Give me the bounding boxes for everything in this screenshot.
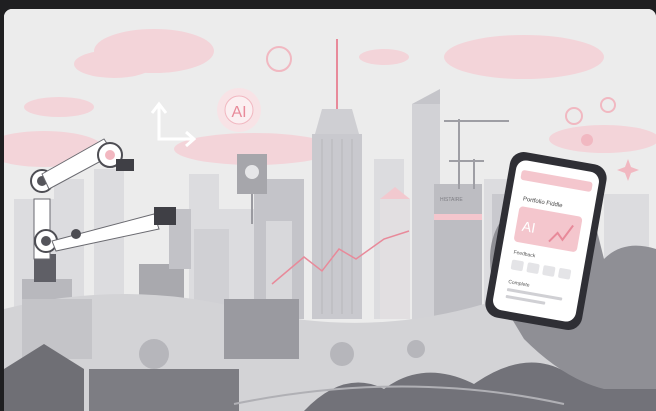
illustration-frame: HISTAIRE AI Portfolio Fiddle AI Feedback… xyxy=(4,9,656,411)
ai-badge: AI xyxy=(217,88,261,132)
building-sign: HISTAIRE xyxy=(440,197,463,203)
phone-card-title: AI xyxy=(521,218,537,236)
ai-badge-label: AI xyxy=(231,104,246,121)
smart-city-illustration: HISTAIRE AI Portfolio Fiddle AI Feedback… xyxy=(4,9,656,411)
